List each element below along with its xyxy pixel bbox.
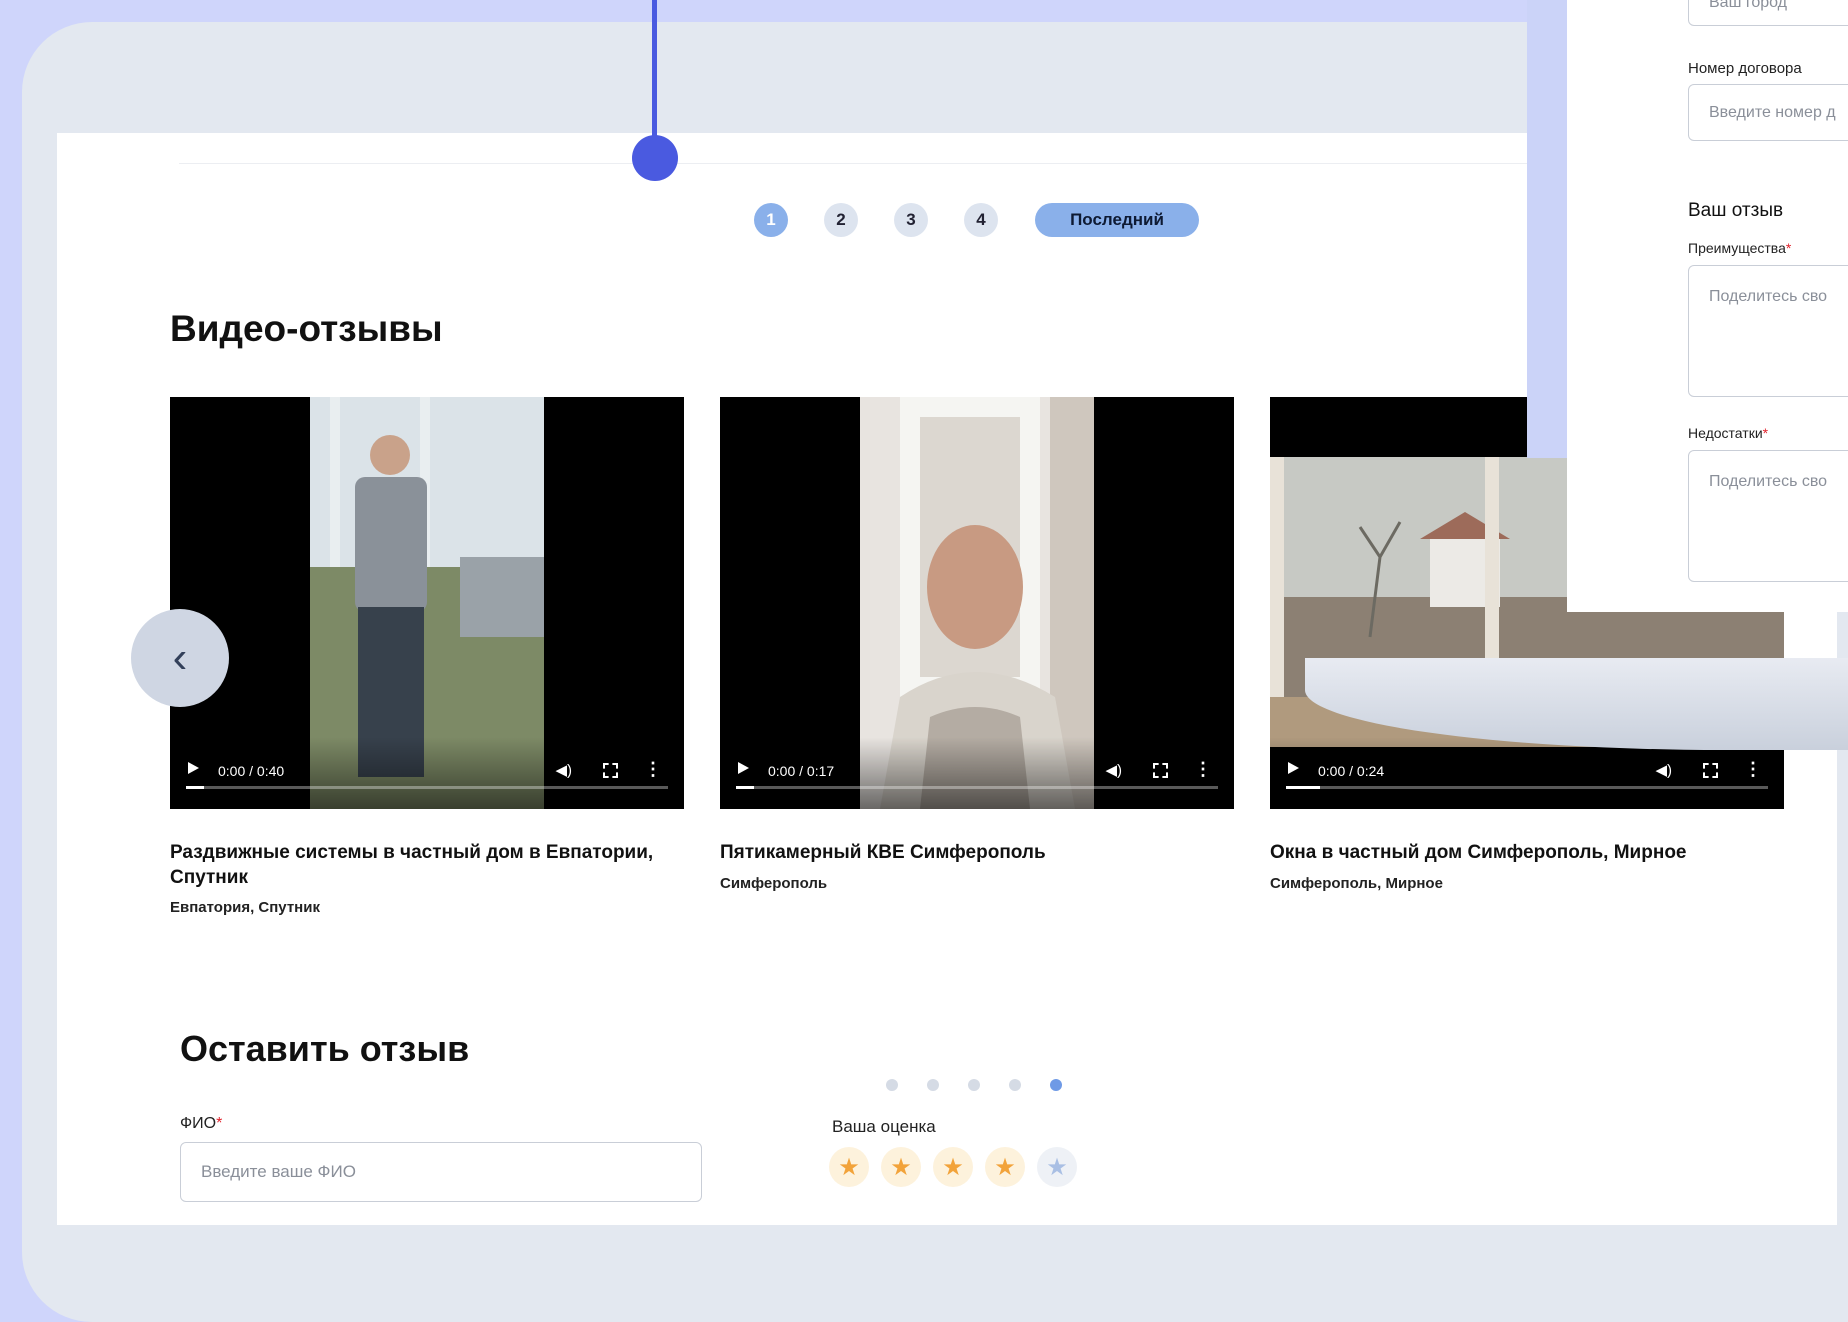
video-player[interactable]: 0:00 / 0:40 ◀) ⋮ bbox=[170, 397, 684, 809]
slider-prev-button[interactable]: ‹ bbox=[131, 609, 229, 707]
last-page-button[interactable]: Последний bbox=[1035, 203, 1199, 237]
more-options-icon[interactable]: ⋮ bbox=[644, 759, 662, 780]
cons-textarea[interactable]: Поделитесь сво bbox=[1688, 450, 1848, 582]
play-icon[interactable] bbox=[188, 762, 199, 774]
video-progress-fill bbox=[186, 786, 204, 789]
name-input[interactable]: Введите ваше ФИО bbox=[180, 1142, 702, 1202]
slider-dot[interactable] bbox=[1009, 1079, 1021, 1091]
volume-icon[interactable]: ◀) bbox=[1655, 761, 1672, 779]
slider-dot-active[interactable] bbox=[1050, 1079, 1062, 1091]
city-input[interactable]: Ваш город bbox=[1688, 0, 1848, 26]
fullscreen-icon[interactable] bbox=[1703, 763, 1718, 778]
video-location: Симферополь, Мирное bbox=[1270, 875, 1443, 892]
volume-icon[interactable]: ◀) bbox=[1105, 761, 1122, 779]
rating-star-icon[interactable]: ★ bbox=[1037, 1147, 1077, 1187]
callout-pointer-line bbox=[652, 0, 657, 155]
rating-label: Ваша оценка bbox=[832, 1117, 936, 1136]
slider-dot[interactable] bbox=[968, 1079, 980, 1091]
contract-input[interactable]: Введите номер д bbox=[1688, 84, 1848, 141]
page-button-1[interactable]: 1 bbox=[754, 203, 788, 237]
video-caption: Окна в частный дом Симферополь, Мирное bbox=[1270, 842, 1687, 863]
more-options-icon[interactable]: ⋮ bbox=[1194, 759, 1212, 780]
rating-star-icon[interactable]: ★ bbox=[985, 1147, 1025, 1187]
fullscreen-icon[interactable] bbox=[1153, 763, 1168, 778]
video-caption: Пятикамерный КВЕ Симферополь bbox=[720, 842, 1046, 863]
rating-star-icon[interactable]: ★ bbox=[881, 1147, 921, 1187]
review-heading: Ваш отзыв bbox=[1688, 200, 1784, 221]
video-progress-track[interactable] bbox=[1286, 786, 1768, 789]
video-time: 0:00 / 0:40 bbox=[218, 763, 285, 779]
name-label: ФИО* bbox=[180, 1115, 223, 1132]
video-progress-track[interactable] bbox=[736, 786, 1218, 789]
slider-dot[interactable] bbox=[886, 1079, 898, 1091]
video-controls: 0:00 / 0:40 ◀) ⋮ bbox=[170, 737, 684, 809]
review-form-card: Ваш город Номер договора Введите номер д… bbox=[1567, 0, 1848, 612]
video-controls: 0:00 / 0:17 ◀) ⋮ bbox=[720, 737, 1234, 809]
contract-label: Номер договора bbox=[1688, 60, 1802, 77]
video-location: Евпатория, Спутник bbox=[170, 899, 320, 916]
divider bbox=[179, 163, 1579, 164]
video-progress-fill bbox=[1286, 786, 1320, 789]
leave-review-title: Оставить отзыв bbox=[180, 1028, 470, 1069]
video-progress-track[interactable] bbox=[186, 786, 668, 789]
callout-pointer-dot bbox=[632, 135, 678, 181]
volume-icon[interactable]: ◀) bbox=[555, 761, 572, 779]
cons-label: Недостатки* bbox=[1688, 425, 1769, 441]
video-caption: Раздвижные системы в частный дом в Евпат… bbox=[170, 842, 654, 888]
pros-label: Преимущества* bbox=[1688, 240, 1792, 256]
video-time: 0:00 / 0:17 bbox=[768, 763, 835, 779]
fullscreen-icon[interactable] bbox=[603, 763, 618, 778]
rating-star-icon[interactable]: ★ bbox=[829, 1147, 869, 1187]
page-button-2[interactable]: 2 bbox=[824, 203, 858, 237]
page-button-3[interactable]: 3 bbox=[894, 203, 928, 237]
chevron-left-icon: ‹ bbox=[172, 633, 188, 682]
pros-textarea[interactable]: Поделитесь сво bbox=[1688, 265, 1848, 397]
video-time: 0:00 / 0:24 bbox=[1318, 763, 1385, 779]
more-options-icon[interactable]: ⋮ bbox=[1744, 759, 1762, 780]
play-icon[interactable] bbox=[1288, 762, 1299, 774]
video-location: Симферополь bbox=[720, 875, 828, 892]
slider-dot[interactable] bbox=[927, 1079, 939, 1091]
page-button-4[interactable]: 4 bbox=[964, 203, 998, 237]
play-icon[interactable] bbox=[738, 762, 749, 774]
rating-star-icon[interactable]: ★ bbox=[933, 1147, 973, 1187]
video-reviews-title: Видео-отзывы bbox=[170, 308, 443, 349]
video-player[interactable]: 0:00 / 0:17 ◀) ⋮ bbox=[720, 397, 1234, 809]
video-progress-fill bbox=[736, 786, 754, 789]
